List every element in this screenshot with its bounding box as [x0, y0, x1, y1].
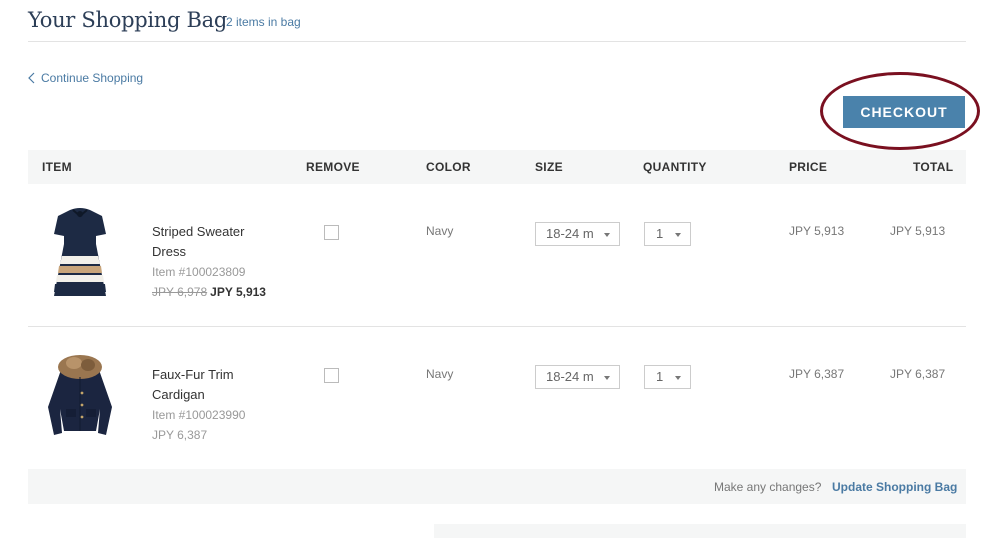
page-title: Your Shopping Bag — [28, 8, 228, 32]
col-price: PRICE — [789, 160, 828, 174]
col-color: COLOR — [426, 160, 471, 174]
item-total: JPY 5,913 — [890, 224, 946, 238]
item-total: JPY 6,387 — [890, 367, 946, 381]
product-item-number: Item #100023990 — [152, 408, 246, 422]
table-row: Striped Sweater Dress Item #100023809 JP… — [28, 184, 966, 327]
product-item-number: Item #100023809 — [152, 265, 246, 279]
sale-price: JPY 5,913 — [210, 285, 266, 299]
item-color: Navy — [426, 367, 454, 381]
item-color: Navy — [426, 224, 454, 238]
product-image-dress[interactable] — [40, 204, 120, 304]
table-footer: Make any changes? Update Shopping Bag — [28, 469, 966, 504]
chevron-left-icon — [28, 72, 35, 84]
table-header: ITEM REMOVE COLOR SIZE QUANTITY PRICE TO… — [28, 150, 966, 184]
size-select[interactable]: 18-24 m — [535, 222, 620, 246]
item-price: JPY 5,913 — [789, 224, 845, 238]
update-bag-link[interactable]: Update Shopping Bag — [832, 480, 957, 494]
size-select[interactable]: 18-24 m — [535, 365, 620, 389]
item-price: JPY 6,387 — [789, 367, 845, 381]
remove-checkbox[interactable] — [324, 368, 339, 383]
bag-item-count: 2 items in bag — [226, 15, 301, 29]
quantity-value: 1 — [656, 226, 664, 241]
col-item: ITEM — [42, 160, 72, 174]
col-quantity: QUANTITY — [643, 160, 707, 174]
page-header: Your Shopping Bag 2 items in bag — [28, 0, 966, 42]
size-value: 18-24 m — [546, 226, 594, 241]
caret-down-icon — [604, 376, 610, 380]
quantity-value: 1 — [656, 369, 664, 384]
table-row: Faux-Fur Trim Cardigan Item #100023990 J… — [28, 327, 966, 469]
caret-down-icon — [675, 376, 681, 380]
caret-down-icon — [675, 233, 681, 237]
product-image-cardigan[interactable] — [40, 347, 120, 447]
continue-shopping-label: Continue Shopping — [41, 71, 144, 85]
quantity-select[interactable]: 1 — [644, 365, 691, 389]
product-name[interactable]: Faux-Fur Trim Cardigan — [152, 365, 272, 405]
caret-down-icon — [604, 233, 610, 237]
col-remove: REMOVE — [306, 160, 360, 174]
changes-prompt: Make any changes? — [714, 480, 822, 494]
remove-checkbox[interactable] — [324, 225, 339, 240]
original-price: JPY 6,978 — [152, 285, 208, 299]
size-value: 18-24 m — [546, 369, 594, 384]
summary-panel — [434, 524, 966, 538]
product-price: JPY 6,387 — [152, 428, 208, 442]
checkout-button[interactable]: CHECKOUT — [843, 96, 965, 128]
product-name[interactable]: Striped Sweater Dress — [152, 222, 272, 262]
col-size: SIZE — [535, 160, 563, 174]
continue-shopping-link[interactable]: Continue Shopping — [28, 71, 143, 85]
col-total: TOTAL — [913, 160, 954, 174]
product-price-line: JPY 6,978 JPY 5,913 — [152, 285, 266, 299]
quantity-select[interactable]: 1 — [644, 222, 691, 246]
